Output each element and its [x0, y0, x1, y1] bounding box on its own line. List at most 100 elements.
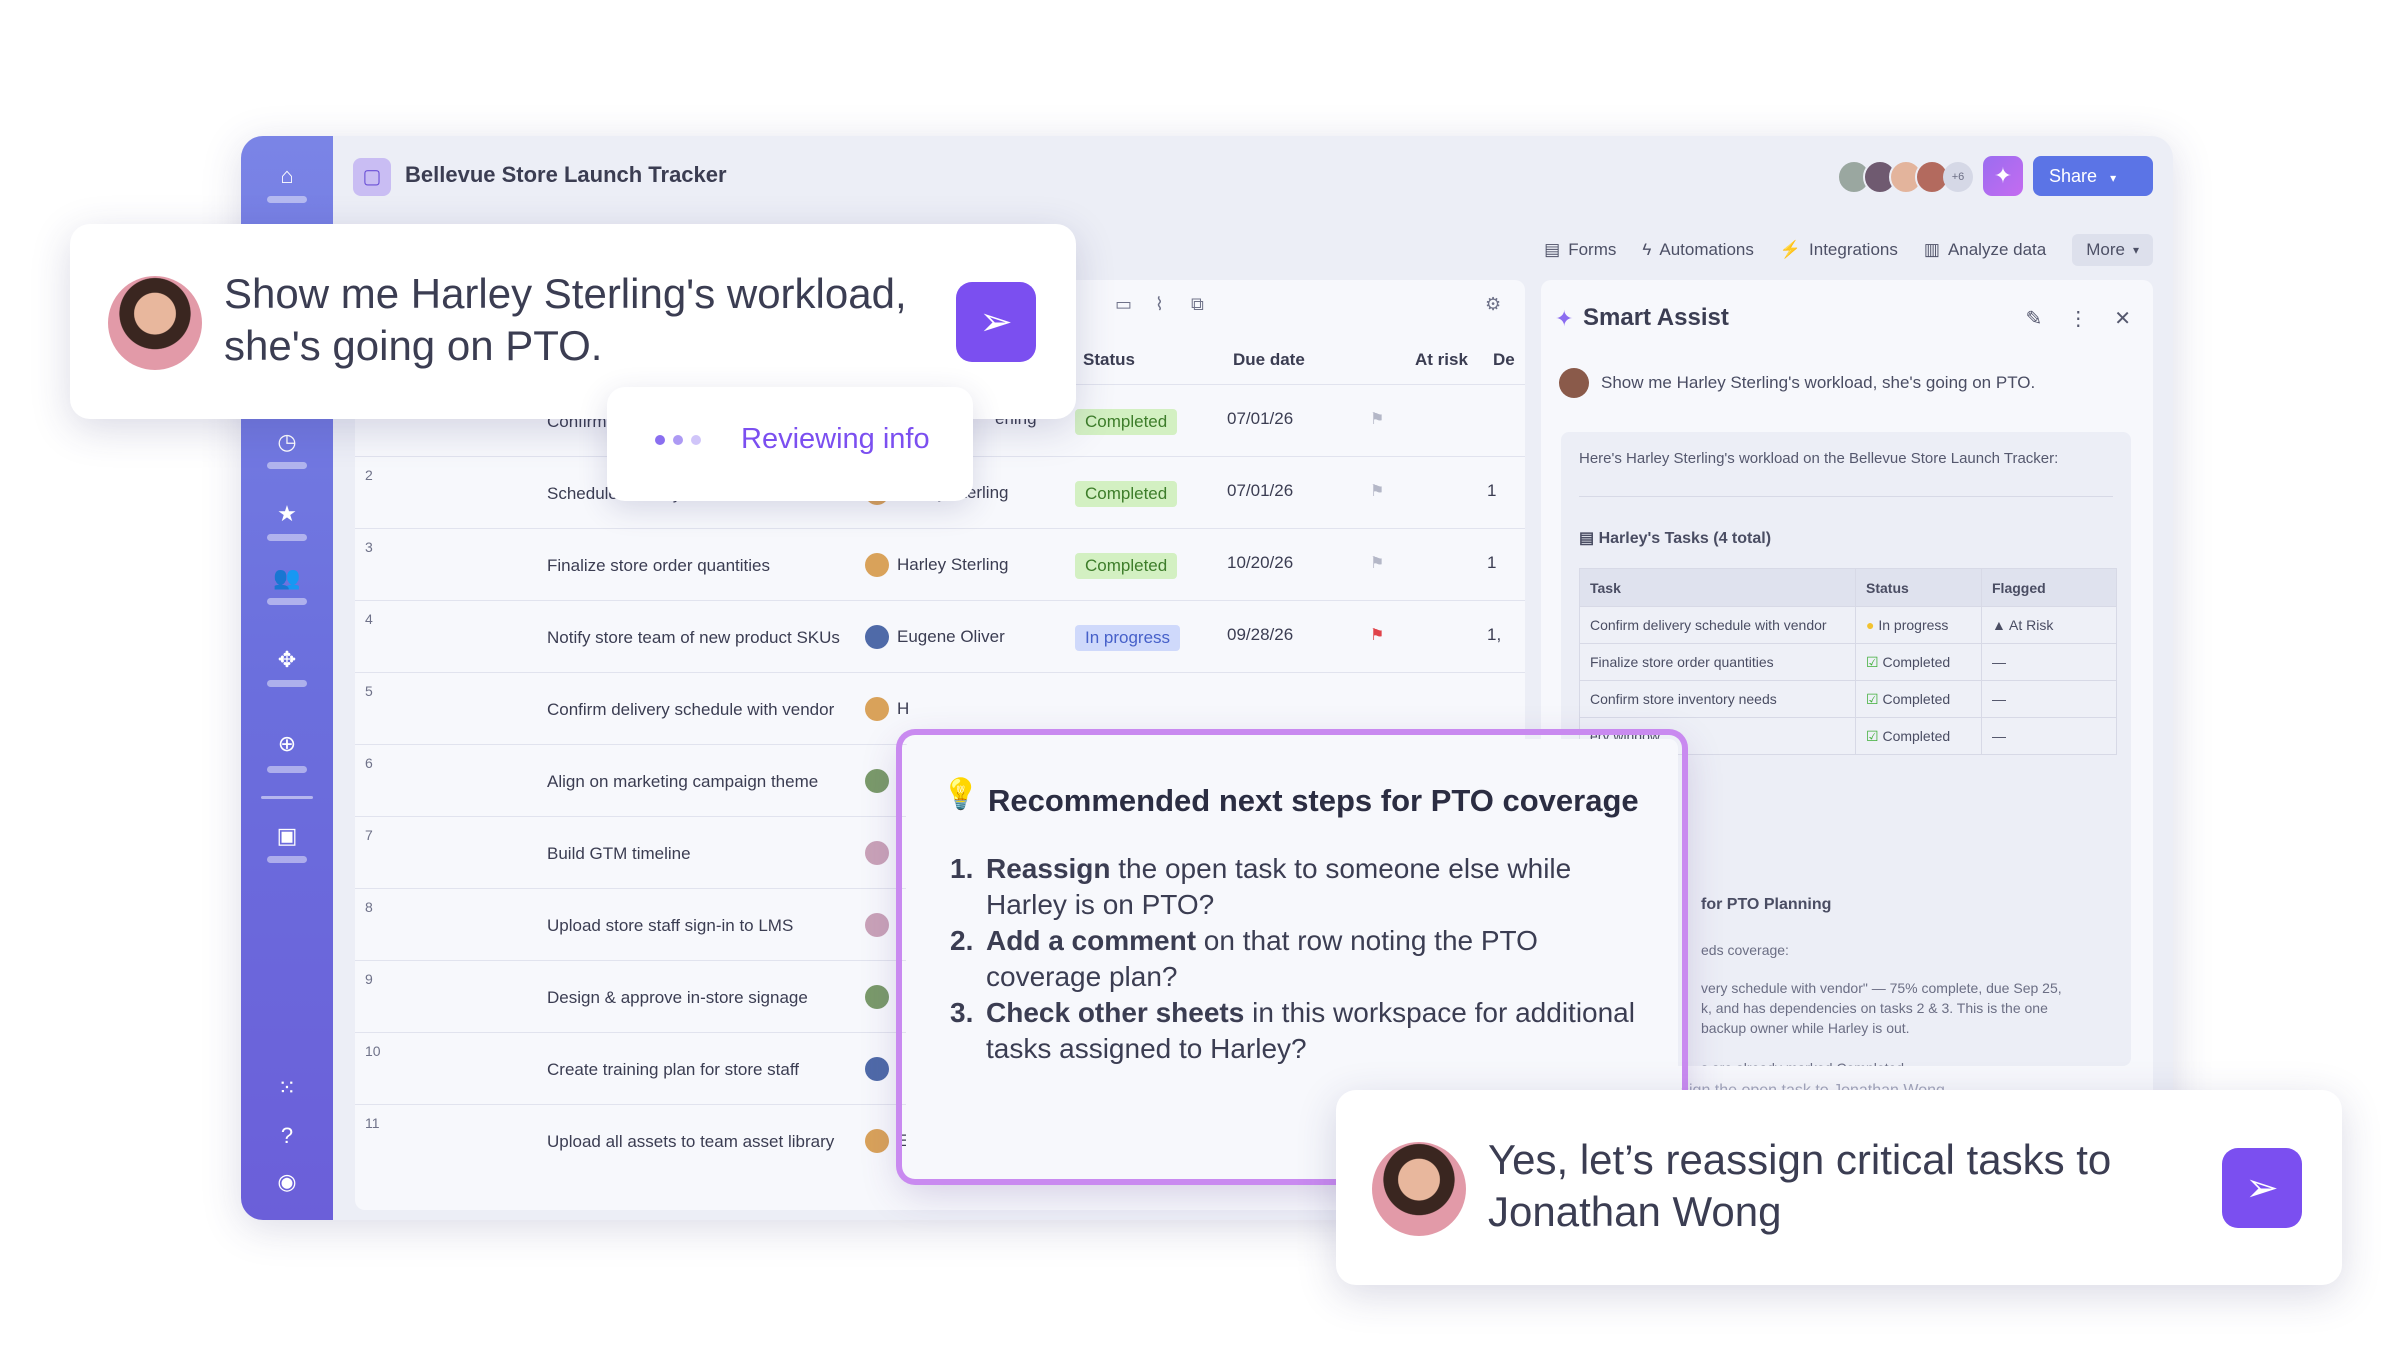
star-icon[interactable]: ★: [271, 498, 303, 530]
rail-label: [267, 534, 307, 541]
collaborator-avatars[interactable]: +6: [1837, 160, 1973, 196]
recommendation-item[interactable]: 3. Check other sheets in this workspace f…: [950, 995, 1650, 1067]
avatar: [865, 1057, 889, 1081]
avatar: [865, 985, 889, 1009]
owner-cell[interactable]: [865, 961, 889, 1033]
table-row[interactable]: 3 Finalize store order quantities Harley S…: [355, 528, 1525, 600]
column-header-due-date[interactable]: Due date: [1233, 350, 1305, 370]
flagged-text: —: [1992, 654, 2006, 670]
column-header-at-risk[interactable]: At risk: [1415, 350, 1468, 370]
owner-cell[interactable]: [865, 745, 889, 817]
flag-icon[interactable]: ⚑: [1370, 409, 1384, 429]
task-cell[interactable]: Design & approve in-store signage: [547, 961, 847, 1033]
task-cell[interactable]: Notify store team of new product SKUs: [547, 601, 847, 673]
task-cell[interactable]: Build GTM timeline: [547, 817, 847, 889]
flag-icon[interactable]: ⚑: [1370, 481, 1384, 501]
owner-cell[interactable]: Eugene Oliver: [865, 601, 1005, 673]
column-header-dependencies[interactable]: De: [1493, 350, 1515, 370]
send-button[interactable]: ➢: [2222, 1148, 2302, 1228]
task-cell[interactable]: Upload all assets to team asset library: [547, 1105, 847, 1177]
lightbulb-icon: 💡: [942, 778, 980, 811]
dependency-cell[interactable]: 1: [1487, 481, 1496, 501]
dependency-cell[interactable]: 1: [1487, 553, 1496, 573]
task-cell[interactable]: Create training plan for store staff: [547, 1033, 847, 1105]
flagged-text: —: [1992, 691, 2006, 707]
avatar: [865, 913, 889, 937]
integrations-button[interactable]: ⚡ Integrations: [1780, 240, 1898, 260]
table-row[interactable]: 4 Notify store team of new product SKUs Eu…: [355, 600, 1525, 672]
user-reply-bubble: Yes, let’s reassign critical tasks to Jo…: [1336, 1090, 2342, 1285]
owner-cell[interactable]: [865, 817, 889, 889]
open-link-icon[interactable]: ⧉: [1191, 294, 1204, 315]
status-badge[interactable]: Completed: [1075, 553, 1178, 579]
task-cell[interactable]: Upload store staff sign-in to LMS: [547, 889, 847, 961]
close-icon[interactable]: ✕: [2114, 306, 2131, 331]
task-cell[interactable]: Align on marketing campaign theme: [547, 745, 847, 817]
profile-icon[interactable]: ◉: [271, 1166, 303, 1198]
flagged-text: At Risk: [2008, 617, 2054, 633]
people-icon[interactable]: 👥: [271, 562, 303, 594]
response-text: eds coverage:: [1701, 942, 1789, 958]
check-icon: ☑: [1866, 728, 1879, 744]
item-action: Check other sheets: [986, 997, 1245, 1028]
row-number: 6: [365, 755, 373, 771]
dependency-cell[interactable]: 1,: [1487, 625, 1501, 645]
flag-icon[interactable]: ⚑: [1370, 553, 1384, 573]
recommendation-item[interactable]: 2. Add a comment on that row noting the P…: [950, 923, 1650, 995]
automations-button[interactable]: ϟ Automations: [1642, 240, 1754, 260]
rail-label: [267, 856, 307, 863]
workspace-icon[interactable]: ▣: [271, 820, 303, 852]
attachment-icon[interactable]: ⌇: [1155, 294, 1164, 315]
status-badge[interactable]: Completed: [1075, 481, 1178, 507]
forms-button[interactable]: ▤ Forms: [1544, 240, 1616, 260]
owner-cell[interactable]: Harley Sterling: [865, 529, 1009, 601]
ai-sparkle-button[interactable]: ✦: [1983, 156, 2023, 196]
add-icon[interactable]: ⊕: [271, 728, 303, 760]
table-cell: Confirm delivery schedule with vendor: [1579, 606, 1856, 644]
grid-menu-icon[interactable]: ⁙: [271, 1072, 303, 1104]
analyze-data-button[interactable]: ▥ Analyze data: [1924, 240, 2046, 260]
row-number: 4: [365, 611, 373, 627]
task-cell[interactable]: Finalize store order quantities: [547, 529, 847, 601]
home-icon[interactable]: ⌂: [271, 160, 303, 192]
due-date-cell[interactable]: 09/28/26: [1227, 625, 1293, 645]
help-icon[interactable]: ?: [271, 1120, 303, 1152]
kebab-menu-icon[interactable]: ⋮: [2068, 306, 2088, 331]
owner-name: Eugene Oliver: [897, 627, 1005, 646]
more-button[interactable]: More ▾: [2072, 234, 2153, 266]
task-cell[interactable]: Confirm delivery schedule with vendor: [547, 673, 847, 745]
avatar: [865, 553, 889, 577]
flag-icon[interactable]: ⚑: [1370, 625, 1384, 645]
status-badge[interactable]: Completed: [1075, 409, 1178, 435]
recommendation-item[interactable]: 1. Reassign the open task to someone else…: [950, 851, 1650, 923]
clock-icon[interactable]: ◷: [271, 426, 303, 458]
gear-icon[interactable]: ⚙: [1485, 294, 1501, 315]
row-number: 8: [365, 899, 373, 915]
table-cell: ▲ At Risk: [1981, 606, 2117, 644]
analyze-label: Analyze data: [1947, 240, 2047, 259]
status-badge[interactable]: In progress: [1075, 625, 1181, 651]
clipboard-icon: ▤: [1579, 530, 1599, 547]
share-button[interactable]: Share ▾: [2033, 156, 2153, 196]
edit-icon[interactable]: ✎: [2025, 306, 2042, 331]
owner-cell[interactable]: [865, 1033, 889, 1105]
owner-name: Harley Sterling: [897, 555, 1009, 574]
due-date-cell[interactable]: 10/20/26: [1227, 553, 1293, 573]
prompt-text: Show me Harley Sterling's workload, she'…: [224, 270, 907, 369]
due-date-cell[interactable]: 07/01/26: [1227, 481, 1293, 501]
recommendation-title: Recommended next steps for PTO coverage: [988, 783, 1639, 818]
apps-icon[interactable]: ✥: [271, 644, 303, 676]
owner-cell[interactable]: H: [865, 673, 909, 745]
comment-icon[interactable]: ▭: [1115, 294, 1132, 315]
user-message-text: Show me Harley Sterling's workload, she'…: [1601, 373, 2036, 392]
user-message: Show me Harley Sterling's workload, she'…: [1559, 368, 2035, 398]
plug-icon: ⚡: [1779, 240, 1802, 259]
due-date-cell[interactable]: 07/01/26: [1227, 409, 1293, 429]
sheet-toolbar: ▤ Forms ϟ Automations ⚡ Integrations ▥ Analy…: [1544, 232, 2153, 268]
column-header-status[interactable]: Status: [1083, 350, 1135, 370]
integrations-label: Integrations: [1809, 240, 1898, 259]
tasks-heading-text: Harley's Tasks (4 total): [1598, 530, 1772, 547]
owner-cell[interactable]: [865, 889, 889, 961]
forms-label: Forms: [1568, 240, 1617, 259]
send-button[interactable]: ➢: [956, 282, 1036, 362]
